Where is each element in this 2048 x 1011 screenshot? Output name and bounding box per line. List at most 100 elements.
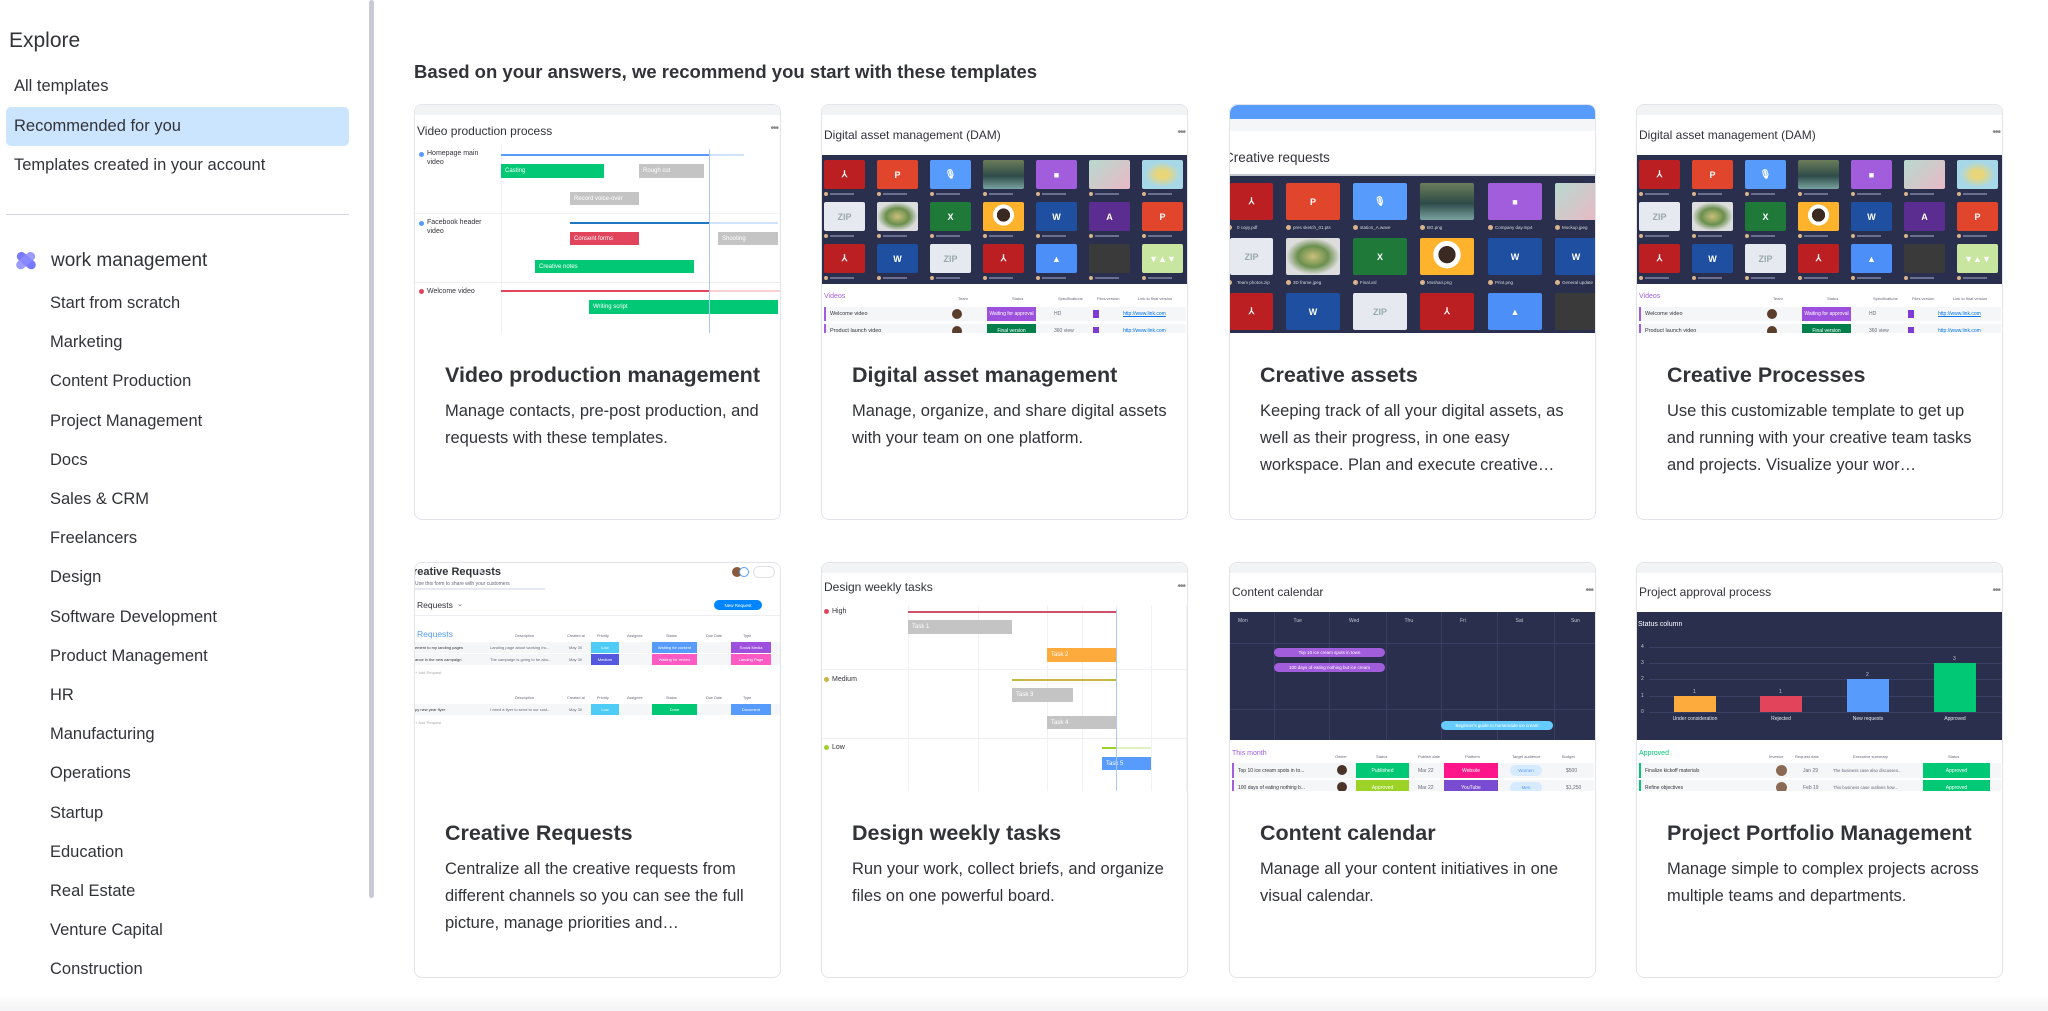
file-name-placeholder — [1095, 193, 1119, 195]
calendar-view: Mon Tue Wed Thu Fri Sat Sun Top 10 ice cream sp… — [1230, 612, 1595, 740]
sidebar-category-item[interactable]: Venture Capital — [50, 918, 163, 942]
view-selector[interactable]: Requests — [417, 600, 453, 610]
file-name: Mockup.jpeg — [1562, 225, 1588, 230]
sidebar-category-item[interactable]: Start from scratch — [50, 291, 180, 315]
column-header: Due Date — [706, 634, 723, 638]
word-file-icon: W — [1851, 202, 1892, 231]
column-header: Status — [1827, 296, 1839, 301]
explore-title: Explore — [9, 29, 81, 52]
sidebar-scrollbar[interactable] — [369, 0, 374, 898]
day-header: Tue — [1293, 618, 1302, 624]
avatar — [1420, 225, 1425, 230]
template-card-project-portfolio-management[interactable]: Project approval process ••• Status colu… — [1636, 562, 2003, 978]
image-mint-file-icon — [1089, 160, 1130, 189]
column-header: Team — [958, 296, 968, 301]
sidebar-category-item[interactable]: Operations — [50, 761, 131, 785]
column-header: Status — [666, 696, 677, 700]
avatar — [1745, 234, 1749, 238]
sidebar-category-item[interactable]: Content Production — [50, 369, 191, 393]
avatar — [1904, 276, 1908, 280]
grid-line — [1649, 646, 2001, 648]
template-card-creative-processes[interactable]: Digital asset management (DAM) ••• ⅄ P 🎙 ■ Z… — [1636, 104, 2003, 520]
sidebar-category-item[interactable]: Software Development — [50, 605, 217, 629]
column-header: Files version — [1097, 296, 1120, 301]
avatar — [930, 276, 934, 280]
card-description: Centralize all the creative requests fro… — [445, 860, 744, 932]
file-name: Moshari.png — [1427, 280, 1452, 285]
sidebar-category-item[interactable]: Manufacturing — [50, 722, 155, 746]
status-cell: Approved — [1923, 780, 1990, 791]
sidebar-category-item[interactable]: Design — [50, 565, 101, 589]
column-header: Specifications — [1873, 296, 1898, 301]
avatar — [1798, 192, 1802, 196]
sidebar-category-item[interactable]: Construction — [50, 957, 143, 981]
template-card-digital-asset-management[interactable]: Digital asset management (DAM) ••• ⅄ P 🎙 ■ Z… — [821, 104, 1188, 520]
file-name-placeholder — [1698, 235, 1722, 237]
x-tick-label: New requests — [1852, 716, 1884, 722]
file-name-placeholder — [1963, 235, 1987, 237]
status-chart: Status column 0 1 2 3 4 1 Under consideration 1… — [1637, 612, 2002, 740]
link-cell: http://www.link.com — [1938, 328, 1981, 333]
image-watermelon-file-icon: ▼▲▼ — [1142, 244, 1183, 273]
sidebar-category-item[interactable]: Product Management — [50, 644, 208, 668]
grid-line — [1274, 612, 1275, 740]
sidebar-category-item[interactable]: Freelancers — [50, 526, 137, 550]
sidebar-category-item[interactable]: Project Management — [50, 409, 202, 433]
sidebar-link-recommended[interactable]: Recommended for you — [6, 107, 349, 146]
video-file-icon: ■ — [1851, 160, 1892, 189]
avatar — [930, 192, 934, 196]
image-forest-file-icon — [1420, 183, 1474, 220]
avatar — [824, 234, 828, 238]
column-header: Platform — [1465, 754, 1480, 759]
item-name: Product launch video — [830, 328, 882, 333]
sidebar-category-item[interactable]: Education — [50, 840, 123, 864]
avatar — [1851, 276, 1855, 280]
bar-value-label: 3 — [1953, 656, 1956, 663]
ppt-file-icon: P — [1957, 202, 1998, 231]
doc-file-icon — [1908, 310, 1914, 318]
zip-file-icon: ZIP — [824, 202, 865, 231]
card-title: Video production management — [445, 363, 760, 387]
file-name-placeholder — [1963, 277, 1987, 279]
item-name: ement to my landing pages — [415, 645, 464, 650]
sidebar-category-item[interactable]: HR — [50, 683, 74, 707]
sidebar-link-account-templates[interactable]: Templates created in your account — [6, 146, 349, 185]
new-request-button[interactable]: New Request — [714, 600, 762, 610]
sidebar-category-item[interactable]: Startup — [50, 801, 103, 825]
y-tick-label: 4 — [1641, 643, 1644, 650]
date-cell: May 30 — [569, 657, 583, 662]
image-plant-file-icon — [877, 202, 918, 231]
template-card-creative-requests[interactable]: Creative Requests ★ Use this form to sha… — [414, 562, 781, 978]
status-cell: Approved — [1923, 763, 1990, 778]
template-card-design-weekly-tasks[interactable]: Design weekly tasks ••• High Medium Low … — [821, 562, 1188, 978]
audience-tag: Men — [1510, 782, 1542, 791]
template-card-video-production[interactable]: Video production process ••• Homepage ma… — [414, 104, 781, 520]
row-divider — [822, 669, 1187, 670]
grid-line — [1386, 612, 1387, 740]
template-card-content-calendar[interactable]: Content calendar ••• Mon Tue Wed Thu Fri Sat S… — [1229, 562, 1596, 978]
sidebar-category-item[interactable]: Docs — [50, 448, 88, 472]
platform-cell: YouTube — [1444, 780, 1498, 791]
day-header: Wed — [1349, 618, 1360, 624]
file-name-placeholder — [1095, 277, 1119, 279]
priority-cell: Low — [591, 642, 619, 653]
chart-bar — [1847, 679, 1889, 712]
file-name-placeholder — [830, 277, 854, 279]
sidebar-category-item[interactable]: Sales & CRM — [50, 487, 149, 511]
card-title: Digital asset management — [852, 363, 1118, 387]
sidebar-link-all-templates[interactable]: All templates — [6, 67, 349, 106]
status-cell: Waiting for content — [652, 642, 697, 653]
status-cell: Final version — [987, 324, 1036, 333]
avatar — [1286, 280, 1291, 285]
gantt-bar: Record voice-over — [570, 192, 639, 205]
chart-title: Status column — [1638, 621, 1683, 628]
template-card-creative-assets[interactable]: Creative requests ⅄ 0 copy.pdf Ppres sketc… — [1229, 104, 1596, 520]
avatar — [1639, 192, 1643, 196]
image-mint-file-icon — [1555, 183, 1595, 220]
avatar — [983, 192, 987, 196]
y-tick-label: 3 — [1641, 660, 1644, 667]
sidebar-category-item[interactable]: Marketing — [50, 330, 122, 354]
sidebar-category-item[interactable]: Real Estate — [50, 879, 135, 903]
more-icon: ••• — [1992, 585, 2000, 596]
column-header: Budget — [1562, 754, 1575, 759]
